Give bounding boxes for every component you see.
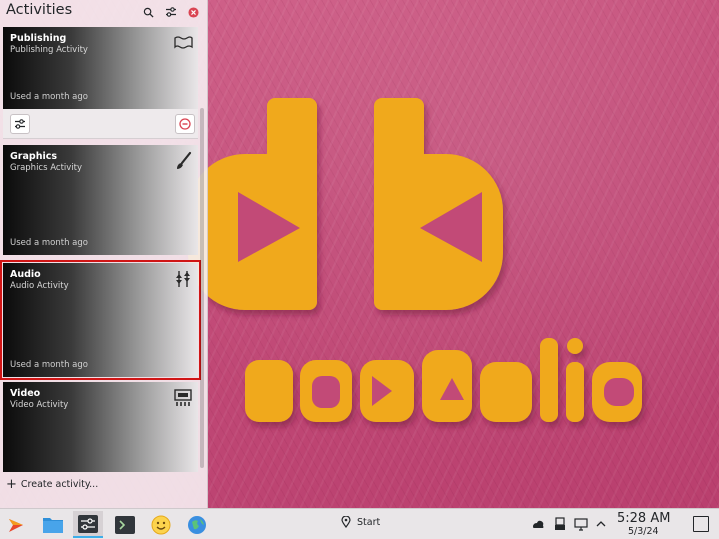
activity-card-graphics[interactable]: Graphics Graphics Activity Used a month … [3,145,198,255]
browser-icon [188,515,206,534]
audio-mixer-icon [176,271,190,287]
activities-panel: Activities Publishing Publishing Activit… [0,0,208,508]
search-button[interactable] [139,3,157,21]
show-desktop-button[interactable] [693,516,709,532]
panel-header: Activities [0,0,208,24]
publishing-icon [174,36,193,49]
emoji-button[interactable] [146,511,176,538]
search-icon [143,7,154,18]
activities-switcher-button[interactable] [73,511,103,538]
browser-button[interactable] [182,511,212,538]
terminal-button[interactable] [110,511,140,538]
start-button[interactable]: Start [341,516,380,528]
start-label: Start [357,516,381,528]
video-editor-icon [174,389,192,406]
configure-button[interactable] [162,3,180,21]
file-manager-icon [43,517,63,533]
app-launcher-icon [9,518,23,532]
create-activity-button[interactable]: + Create activity... [6,477,98,491]
activity-last-used: Used a month ago [10,360,88,370]
chevron-up-icon[interactable] [594,517,608,531]
create-activity-label: Create activity... [20,478,99,490]
close-icon [187,6,199,18]
panel-title: Activities [6,2,73,18]
stop-icon [179,118,191,130]
activity-last-used: Used a month ago [10,92,88,102]
location-pin-icon [341,516,351,528]
file-manager-button[interactable] [38,511,68,538]
activity-description: Video Activity [10,400,69,410]
activity-settings-button[interactable] [10,114,30,134]
activity-card-toolbar [3,109,198,139]
plus-icon: + [6,476,17,492]
usb-icon[interactable] [553,517,567,531]
terminal-icon [115,515,135,534]
activity-description: Publishing Activity [10,45,88,55]
app-launcher-button[interactable] [1,511,31,538]
activity-name: Graphics [10,151,57,162]
sliders-icon [166,7,176,17]
clock-date[interactable]: 5/3/24 [628,526,659,537]
stop-activity-button[interactable] [175,114,195,134]
close-panel-button[interactable] [184,3,202,21]
taskbar: Start 5:28 AM 5/3/24 [0,508,719,539]
activity-name: Video [10,388,41,399]
activity-card-audio[interactable]: Audio Audio Activity Used a month ago [0,260,201,380]
activity-last-used: Used a month ago [10,238,88,248]
activities-switcher-icon [78,514,98,533]
emoji-icon [151,515,171,534]
clock-time[interactable]: 5:28 AM [617,511,670,526]
paintbrush-icon [177,151,192,169]
activity-card-publishing[interactable]: Publishing Publishing Activity Used a mo… [3,27,198,109]
activity-name: Audio [10,269,41,280]
activity-name: Publishing [10,33,67,44]
display-icon[interactable] [574,517,588,531]
activity-description: Graphics Activity [10,163,83,173]
activity-card-video[interactable]: Video Video Activity [3,382,198,472]
activity-description: Audio Activity [10,281,69,291]
network-icon[interactable] [531,517,545,531]
sliders-icon [15,119,25,129]
panel-scrollbar[interactable] [200,108,204,468]
